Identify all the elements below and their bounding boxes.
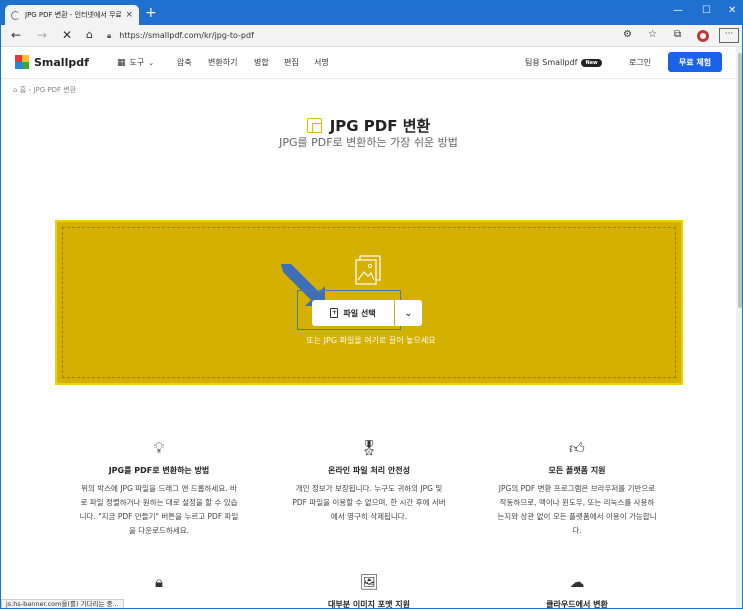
- site-header: Smallpdf ▦ 도구 ⌄ 압축 변환하기 병합 편집 서명 팀용 Smal…: [1, 47, 736, 79]
- feature-row2-3: ☁︎ 클라우드에서 변환: [497, 571, 657, 609]
- feature-row2-2: 🖼︎ 대부분 이미지 포맷 지원: [289, 571, 449, 609]
- feature-title: JPG를 PDF로 변환하는 방법: [108, 466, 210, 475]
- file-upload-icon: +: [330, 308, 339, 318]
- feature-desc: JPG의 PDF 변환 프로그램은 브라우저를 기반으로 작동하므로, 맥이나 …: [497, 484, 657, 535]
- team-label: 팀용 Smallpdf: [525, 58, 578, 67]
- lock-icon: 🔒︎: [155, 573, 163, 591]
- free-trial-button[interactable]: 무료 체험: [668, 52, 722, 72]
- nav-convert[interactable]: 변환하기: [208, 57, 237, 68]
- nav-merge[interactable]: 병합: [254, 57, 269, 68]
- nav-compress[interactable]: 압축: [177, 57, 192, 68]
- drop-hint: 또는 JPG 파일을 여기로 끌어 놓으세요: [306, 336, 436, 345]
- reader-icon[interactable]: ⚙: [623, 29, 632, 41]
- collections-icon[interactable]: ⧉: [674, 29, 681, 41]
- scrollbar-thumb[interactable]: [738, 53, 742, 308]
- loading-icon: [11, 10, 20, 20]
- login-link[interactable]: 로그인: [629, 57, 651, 68]
- url-text: https://smallpdf.com/kr/jpg-to-pdf: [119, 31, 254, 40]
- back-icon[interactable]: ←: [11, 28, 21, 42]
- breadcrumb: ⌂ 홈 › JPG PDF 변환: [13, 85, 76, 95]
- feature-row2-1: 🔒︎: [79, 571, 239, 593]
- url-field[interactable]: 🔒︎ https://smallpdf.com/kr/jpg-to-pdf: [107, 27, 627, 44]
- feature-title: 대부분 이미지 포맷 지원: [328, 600, 410, 609]
- chevron-down-icon[interactable]: ⌄: [395, 300, 422, 326]
- logo[interactable]: Smallpdf: [15, 55, 89, 69]
- nav-sign[interactable]: 서명: [314, 57, 329, 68]
- tab-close-icon[interactable]: ×: [125, 10, 133, 20]
- browser-tab[interactable]: JPG PDF 변환 - 인터넷에서 무료 ×: [5, 5, 139, 25]
- chevron-down-icon: ⌄: [148, 58, 155, 67]
- file-drop-zone[interactable]: + 파일 선택 ⌄ 또는 JPG 파일을 여기로 끌어 놓으세요: [55, 220, 683, 385]
- choose-file-label: 파일 선택: [343, 308, 376, 318]
- badge-icon: 🎖︎: [359, 439, 379, 457]
- team-link[interactable]: 팀용 Smallpdf New: [525, 57, 602, 68]
- more-button[interactable]: ···: [719, 28, 739, 43]
- logo-text: Smallpdf: [34, 55, 89, 69]
- home-icon[interactable]: ⌂: [13, 86, 17, 94]
- logo-icon: [15, 55, 29, 69]
- feature-title: 모든 플랫폼 지원: [548, 466, 606, 475]
- maximize-button[interactable]: ☐: [702, 5, 711, 16]
- feature-title: 클라우드에서 변환: [546, 600, 608, 609]
- profile-icon[interactable]: [697, 30, 709, 42]
- status-bar: js.hs-banner.com을(를) 기다리는 중...: [1, 599, 124, 608]
- forward-icon[interactable]: →: [37, 28, 47, 42]
- stop-icon[interactable]: ✕: [62, 28, 72, 42]
- feature-how-to: 💡︎ JPG를 PDF로 변환하는 방법 위의 박스에 JPG 파일을 드래그 …: [79, 437, 239, 538]
- jpg-pdf-icon: [306, 118, 322, 133]
- lock-icon: 🔒︎: [107, 30, 112, 40]
- tab-bar: JPG PDF 변환 - 인터넷에서 무료 × + — ☐ ✕: [1, 1, 742, 25]
- new-tab-button[interactable]: +: [145, 6, 157, 20]
- home-icon[interactable]: ⌂: [86, 28, 93, 42]
- feature-desc: 위의 박스에 JPG 파일을 드래그 앤 드롭하세요. 바로 파일 정렬하거나 …: [79, 484, 239, 535]
- feature-title: 온라인 파일 처리 안전성: [328, 466, 410, 475]
- tools-label: 도구: [129, 58, 145, 67]
- address-bar-row: ← → ✕ ⌂ 🔒︎ https://smallpdf.com/kr/jpg-t…: [1, 25, 742, 47]
- breadcrumb-home[interactable]: 홈: [20, 86, 26, 94]
- page-title-text: JPG PDF 변환: [329, 117, 431, 135]
- breadcrumb-current: JPG PDF 변환: [33, 86, 77, 94]
- tools-menu[interactable]: ▦ 도구 ⌄: [117, 57, 154, 68]
- cloud-upload-icon: ☁︎: [569, 573, 585, 591]
- close-window-button[interactable]: ✕: [728, 5, 736, 16]
- page-title: JPG PDF 변환: [1, 115, 736, 136]
- minimize-button[interactable]: —: [673, 5, 683, 16]
- feature-desc: 개인 정보가 보장됩니다. 누구도 귀하의 JPG 및 PDF 파일을 이용할 …: [292, 484, 446, 521]
- lightbulb-icon: 💡︎: [153, 439, 165, 457]
- browser-window: JPG PDF 변환 - 인터넷에서 무료 × + — ☐ ✕ ← → ✕ ⌂ …: [0, 0, 743, 609]
- grid-icon: ▦: [117, 57, 126, 68]
- page-subtitle: JPG를 PDF로 변환하는 가장 쉬운 방법: [279, 136, 458, 149]
- choose-file-button[interactable]: + 파일 선택: [312, 300, 394, 326]
- breadcrumb-separator: ›: [28, 86, 32, 94]
- feature-platforms: 👍︎ 모든 플랫폼 지원 JPG의 PDF 변환 프로그램은 브라우저를 기반으…: [497, 437, 657, 538]
- tab-title: JPG PDF 변환 - 인터넷에서 무료: [25, 11, 122, 19]
- images-icon: 🖼︎: [359, 573, 379, 591]
- page-scrollbar[interactable]: [736, 47, 742, 608]
- thumbs-up-icon: 👍︎: [569, 439, 585, 457]
- favorites-icon[interactable]: ☆: [648, 29, 657, 41]
- nav-edit[interactable]: 편집: [284, 57, 299, 68]
- image-file-icon: [355, 255, 381, 285]
- new-badge: New: [581, 58, 602, 67]
- feature-security: 🎖︎ 온라인 파일 처리 안전성 개인 정보가 보장됩니다. 누구도 귀하의 J…: [289, 437, 449, 524]
